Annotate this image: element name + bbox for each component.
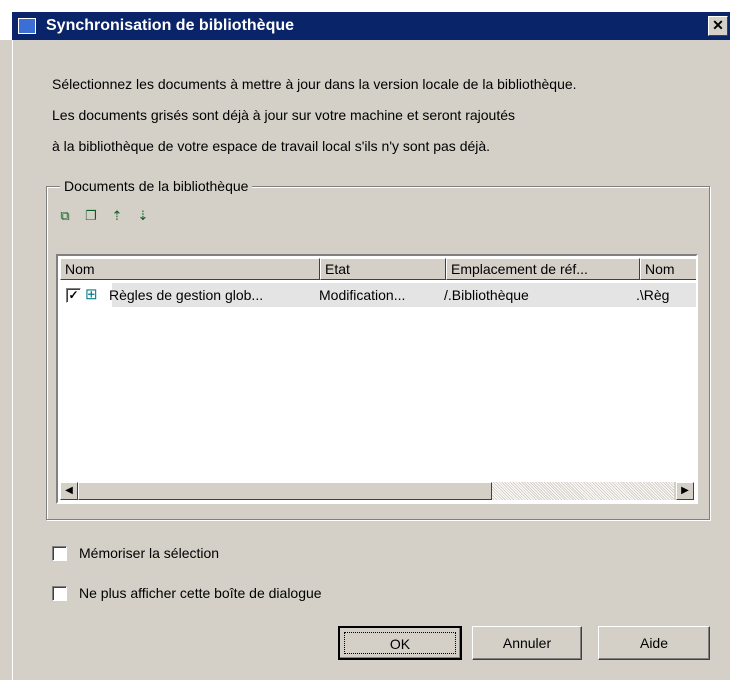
move-up-icon[interactable]: ⇡ (108, 207, 126, 225)
cancel-button[interactable]: Annuler (472, 626, 582, 660)
row-checkbox[interactable]: ✓ (66, 287, 81, 303)
scroll-track[interactable] (492, 482, 674, 500)
row-location: /.Bibliothèque (444, 287, 529, 303)
column-header-location[interactable]: Emplacement de réf... (446, 258, 640, 280)
deselect-all-icon[interactable]: ❐ (82, 207, 100, 225)
horizontal-scrollbar[interactable]: ◀ ▶ (60, 482, 694, 500)
column-header-state[interactable]: Etat (320, 258, 446, 280)
title-bar: Synchronisation de bibliothèque ✕ (0, 0, 730, 40)
column-header-name-2[interactable]: Nom (640, 258, 696, 280)
remember-selection-checkbox[interactable]: Mémoriser la sélection (52, 545, 219, 561)
row-name: Règles de gestion glob... (109, 287, 264, 303)
dont-show-again-label: Ne plus afficher cette boîte de dialogue (79, 585, 322, 601)
row-extra: .\Règ (636, 287, 670, 303)
dont-show-again-box[interactable] (52, 585, 67, 601)
intro-line-2: Les documents grisés sont déjà à jour su… (52, 107, 516, 123)
row-state: Modification... (319, 287, 406, 303)
window-title: Synchronisation de bibliothèque (46, 17, 295, 34)
scroll-thumb[interactable] (78, 482, 492, 500)
column-header-name[interactable]: Nom (60, 258, 320, 280)
list-toolbar: ⧉ ❐ ⇡ ⇣ (56, 207, 152, 227)
scroll-left-icon[interactable]: ◀ (60, 482, 78, 500)
remember-selection-label: Mémoriser la sélection (79, 545, 220, 561)
document-diagram-icon: ⊞ (85, 286, 98, 303)
intro-line-3: à la bibliothèque de votre espace de tra… (52, 138, 491, 154)
title-bar-strip: Synchronisation de bibliothèque ✕ (12, 12, 730, 40)
documents-list[interactable]: Nom Etat Emplacement de réf... Nom ✓ ⊞ R… (56, 254, 698, 504)
list-header: Nom Etat Emplacement de réf... Nom (60, 258, 696, 280)
close-button[interactable]: ✕ (708, 16, 728, 36)
dont-show-again-checkbox[interactable]: Ne plus afficher cette boîte de dialogue (52, 585, 322, 601)
documents-group-label: Documents de la bibliothèque (60, 178, 253, 194)
list-item[interactable]: ✓ ⊞ Règles de gestion glob... Modificati… (60, 283, 696, 307)
move-down-icon[interactable]: ⇣ (134, 207, 152, 225)
intro-line-1: Sélectionnez les documents à mettre à jo… (52, 76, 577, 92)
app-icon (18, 18, 36, 34)
scroll-right-icon[interactable]: ▶ (676, 482, 694, 500)
ok-label: OK (389, 636, 411, 652)
select-all-icon[interactable]: ⧉ (56, 207, 74, 225)
help-button[interactable]: Aide (598, 626, 710, 660)
ok-button[interactable]: OK (338, 626, 462, 660)
remember-selection-box[interactable] (52, 545, 67, 561)
